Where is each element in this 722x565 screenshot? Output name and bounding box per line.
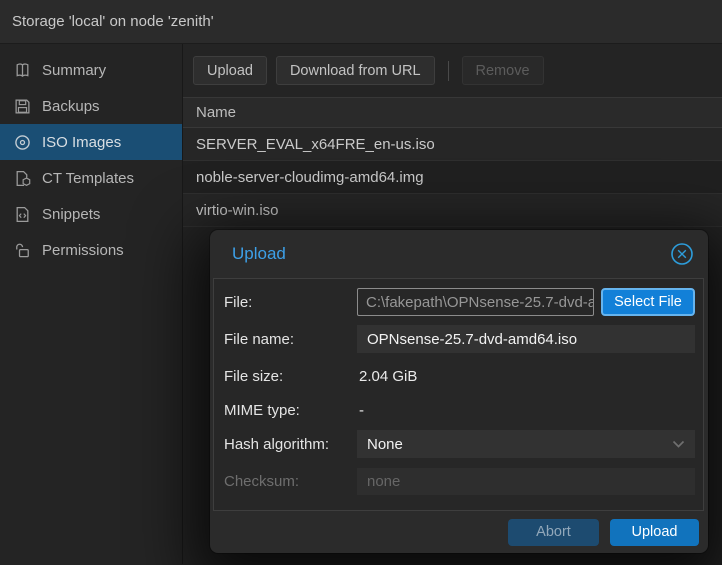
- file-size-label: File size:: [224, 368, 357, 385]
- remove-button[interactable]: Remove: [462, 56, 544, 85]
- mime-type-value: -: [357, 402, 364, 419]
- table-header-name[interactable]: Name: [183, 97, 722, 128]
- toolbar: Upload Download from URL Remove: [183, 44, 722, 97]
- floppy-disk-icon: [14, 98, 31, 115]
- hash-algorithm-value: None: [367, 436, 403, 453]
- file-size-row: File size: 2.04 GiB: [224, 362, 695, 390]
- sidebar-item-label: Summary: [42, 62, 106, 79]
- sidebar-item-snippets[interactable]: Snippets: [0, 196, 182, 232]
- mime-type-row: MIME type: -: [224, 396, 695, 424]
- table-row[interactable]: virtio-win.iso: [183, 194, 722, 227]
- sidebar-item-ct-templates[interactable]: CT Templates: [0, 160, 182, 196]
- checksum-row: Checksum: none: [224, 467, 695, 495]
- dialog-footer: Abort Upload: [210, 511, 708, 553]
- circle-x-icon[interactable]: [670, 242, 694, 266]
- download-from-url-button[interactable]: Download from URL: [276, 56, 435, 85]
- table-row[interactable]: noble-server-cloudimg-amd64.img: [183, 161, 722, 194]
- dialog-upload-button[interactable]: Upload: [610, 519, 699, 546]
- checksum-input[interactable]: none: [357, 468, 695, 495]
- open-lock-icon: [14, 242, 31, 259]
- file-field-row: File: C:\fakepath\OPNsense-25.7-dvd-amd6…: [224, 288, 695, 316]
- mime-type-label: MIME type:: [224, 402, 357, 419]
- table-row[interactable]: SERVER_EVAL_x64FRE_en-us.iso: [183, 128, 722, 161]
- hash-algorithm-select[interactable]: None: [357, 430, 695, 458]
- dialog-title: Upload: [232, 244, 670, 264]
- file-path-input[interactable]: C:\fakepath\OPNsense-25.7-dvd-amd64.iso: [357, 288, 594, 316]
- sidebar-item-summary[interactable]: Summary: [0, 52, 182, 88]
- disc-icon: [14, 134, 31, 151]
- sidebar-item-iso-images[interactable]: ISO Images: [0, 124, 182, 160]
- dialog-body: File: C:\fakepath\OPNsense-25.7-dvd-amd6…: [213, 278, 704, 511]
- file-size-value: 2.04 GiB: [357, 368, 417, 385]
- toolbar-separator: [448, 61, 449, 81]
- abort-button[interactable]: Abort: [508, 519, 599, 546]
- dialog-header[interactable]: Upload: [210, 230, 708, 278]
- upload-dialog: Upload File: C:\fakepath\OPNsense-25.7-d…: [210, 230, 708, 553]
- hash-algorithm-row: Hash algorithm: None: [224, 430, 695, 458]
- sidebar-item-label: CT Templates: [42, 170, 134, 187]
- sidebar: Summary Backups ISO Images CT Templates …: [0, 44, 183, 564]
- sidebar-item-label: Snippets: [42, 206, 100, 223]
- window-titlebar: Storage 'local' on node 'zenith': [0, 0, 722, 44]
- file-label: File:: [224, 294, 357, 311]
- page-title: Storage 'local' on node 'zenith': [12, 13, 214, 30]
- sidebar-item-backups[interactable]: Backups: [0, 88, 182, 124]
- chevron-down-icon: [672, 440, 685, 449]
- sidebar-item-label: Permissions: [42, 242, 124, 259]
- column-header-label: Name: [196, 104, 236, 121]
- file-name-input[interactable]: OPNsense-25.7-dvd-amd64.iso: [357, 325, 695, 353]
- file-code-icon: [14, 206, 31, 223]
- sidebar-item-label: ISO Images: [42, 134, 121, 151]
- file-cube-icon: [14, 170, 31, 187]
- sidebar-item-permissions[interactable]: Permissions: [0, 232, 182, 268]
- hash-algorithm-label: Hash algorithm:: [224, 436, 357, 453]
- checksum-label: Checksum:: [224, 473, 357, 490]
- upload-button[interactable]: Upload: [193, 56, 267, 85]
- content-panel: Upload Download from URL Remove Name SER…: [183, 44, 722, 564]
- main-layout: Summary Backups ISO Images CT Templates …: [0, 44, 722, 564]
- book-icon: [14, 62, 31, 79]
- select-file-button[interactable]: Select File: [601, 288, 695, 316]
- sidebar-item-label: Backups: [42, 98, 100, 115]
- file-name-label: File name:: [224, 331, 357, 348]
- file-name-field-row: File name: OPNsense-25.7-dvd-amd64.iso: [224, 325, 695, 353]
